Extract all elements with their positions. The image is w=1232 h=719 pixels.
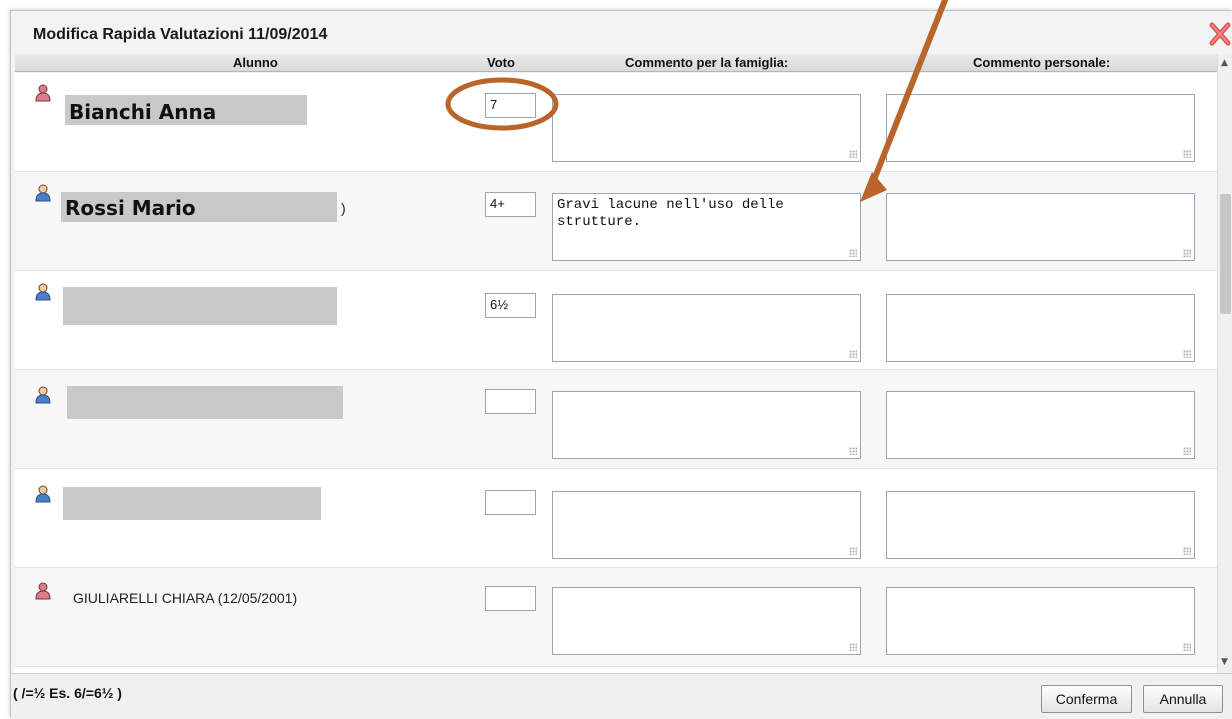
grade-input[interactable] xyxy=(485,586,536,611)
redacted-name xyxy=(63,287,337,325)
close-icon[interactable] xyxy=(1209,21,1231,47)
female-user-icon xyxy=(35,84,51,102)
grade-input[interactable] xyxy=(485,490,536,515)
family-comment-field[interactable] xyxy=(552,391,861,459)
dialog-titlebar: Modifica Rapida Valutazioni 11/09/2014 xyxy=(11,11,1232,53)
table-row: Rossi Mario ) 4+ Gravi lacune nell'uso d… xyxy=(15,172,1217,271)
resize-grip-icon[interactable] xyxy=(849,643,857,651)
male-user-icon xyxy=(35,386,51,404)
personal-comment-field[interactable] xyxy=(886,193,1195,261)
family-comment-field[interactable] xyxy=(552,587,861,655)
dialog-footer: ( /=½ Es. 6/=6½ ) Conferma Annulla xyxy=(11,673,1232,719)
grade-input[interactable]: 7 xyxy=(485,93,536,118)
male-user-icon xyxy=(35,283,51,301)
table-row xyxy=(15,370,1217,469)
table-row: 6½ xyxy=(15,271,1217,370)
family-comment-field[interactable] xyxy=(552,94,861,162)
personal-comment-field[interactable] xyxy=(886,94,1195,162)
grade-input[interactable]: 4+ xyxy=(485,192,536,217)
scrollbar-thumb[interactable] xyxy=(1220,194,1231,314)
male-user-icon xyxy=(35,184,51,202)
student-name: Bianchi Anna xyxy=(69,100,217,124)
personal-comment-field[interactable] xyxy=(886,491,1195,559)
redacted-name xyxy=(67,386,343,419)
table-row: GIULIARELLI CHIARA (12/05/2001) xyxy=(15,568,1217,667)
grade-hint: ( /=½ Es. 6/=6½ ) xyxy=(13,685,122,701)
personal-comment-field[interactable] xyxy=(886,294,1195,362)
family-comment-field[interactable]: Gravi lacune nell'uso delle strutture. xyxy=(552,193,861,261)
table-row: Bianchi Anna 7 xyxy=(15,73,1217,172)
quick-grade-dialog: Modifica Rapida Valutazioni 11/09/2014 A… xyxy=(10,10,1232,719)
cancel-button[interactable]: Annulla xyxy=(1143,685,1223,713)
resize-grip-icon[interactable] xyxy=(849,150,857,158)
column-header-alunno: Alunno xyxy=(233,55,278,70)
student-name-suffix: ) xyxy=(341,200,346,216)
resize-grip-icon[interactable] xyxy=(1183,249,1191,257)
table-row xyxy=(15,469,1217,568)
column-header-voto: Voto xyxy=(487,55,515,70)
family-comment-field[interactable] xyxy=(552,294,861,362)
grade-input[interactable] xyxy=(485,389,536,414)
resize-grip-icon[interactable] xyxy=(1183,447,1191,455)
column-header-commento-personale: Commento personale: xyxy=(973,55,1111,70)
redacted-name xyxy=(63,487,321,520)
table-header: Alunno Voto Commento per la famiglia: Co… xyxy=(15,54,1217,72)
resize-grip-icon[interactable] xyxy=(1183,350,1191,358)
resize-grip-icon[interactable] xyxy=(849,547,857,555)
resize-grip-icon[interactable] xyxy=(849,249,857,257)
column-header-commento-famiglia: Commento per la famiglia: xyxy=(625,55,789,70)
grade-input[interactable]: 6½ xyxy=(485,293,536,318)
vertical-scrollbar[interactable]: ▲ ▼ xyxy=(1217,54,1232,673)
female-user-icon xyxy=(35,582,51,600)
resize-grip-icon[interactable] xyxy=(849,350,857,358)
student-name: Rossi Mario xyxy=(65,196,196,220)
resize-grip-icon[interactable] xyxy=(1183,150,1191,158)
family-comment-field[interactable] xyxy=(552,491,861,559)
male-user-icon xyxy=(35,485,51,503)
scroll-up-icon[interactable]: ▲ xyxy=(1221,58,1228,68)
resize-grip-icon[interactable] xyxy=(849,447,857,455)
personal-comment-field[interactable] xyxy=(886,391,1195,459)
student-list: Bianchi Anna 7 Rossi Mario ) 4+ Gravi la… xyxy=(15,73,1217,673)
personal-comment-field[interactable] xyxy=(886,587,1195,655)
resize-grip-icon[interactable] xyxy=(1183,547,1191,555)
dialog-title: Modifica Rapida Valutazioni 11/09/2014 xyxy=(33,26,328,43)
resize-grip-icon[interactable] xyxy=(1183,643,1191,651)
confirm-button[interactable]: Conferma xyxy=(1041,685,1132,713)
student-name: GIULIARELLI CHIARA (12/05/2001) xyxy=(73,590,298,606)
scroll-down-icon[interactable]: ▼ xyxy=(1221,657,1228,667)
